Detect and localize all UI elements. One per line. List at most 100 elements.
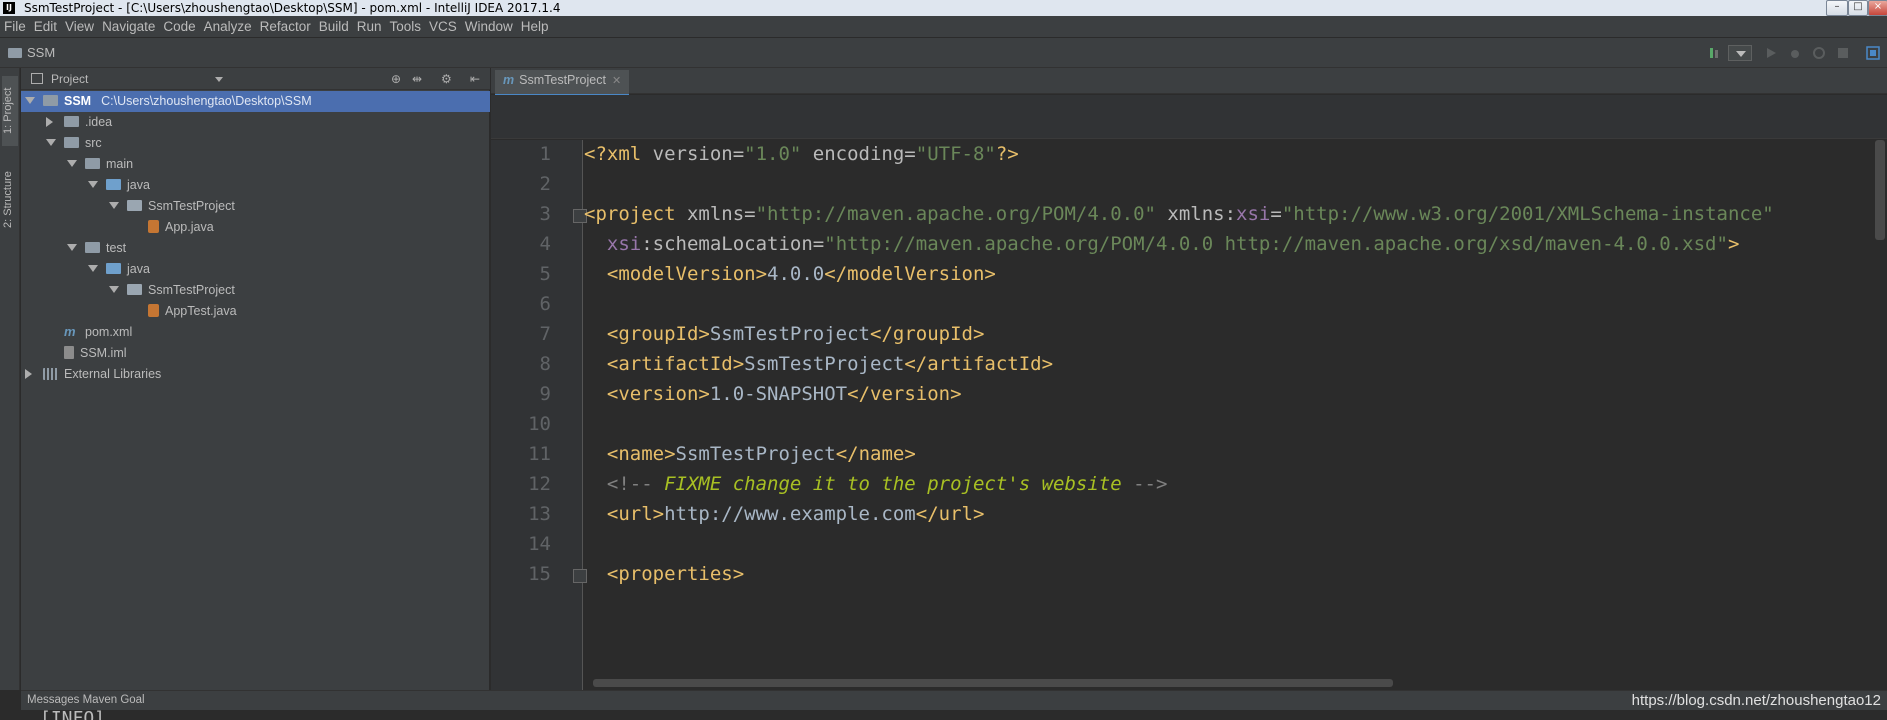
menu-refactor[interactable]: Refactor (256, 16, 315, 38)
tree-item-apptest-java[interactable]: AppTest.java (21, 301, 490, 322)
project-view-icon (31, 73, 43, 84)
project-tool-tab[interactable]: 1: Project (2, 76, 18, 146)
code-token: "1.0" (744, 143, 802, 165)
code-line: <name>SsmTestProject</name> (584, 443, 916, 465)
menu-build[interactable]: Build (315, 16, 353, 38)
code-line: <url>http://www.example.com</url> (584, 503, 985, 525)
tree-item-app-java[interactable]: App.java (21, 217, 490, 238)
menu-edit[interactable]: Edit (30, 16, 61, 38)
tab-pom-xml[interactable]: m SsmTestProject ✕ (495, 70, 630, 97)
tree-item-main[interactable]: main (21, 154, 490, 175)
tree-item-test[interactable]: test (21, 238, 490, 259)
run-icon[interactable] (1764, 46, 1778, 60)
structure-tool-tab[interactable]: 2: Structure (2, 160, 18, 240)
menu-analyze[interactable]: Analyze (200, 16, 256, 38)
code-token: = (1270, 203, 1282, 225)
menu-help[interactable]: Help (517, 16, 553, 38)
project-view-selector[interactable]: Project (51, 72, 88, 86)
line-number: 3 (539, 203, 551, 225)
menu-code[interactable]: Code (159, 16, 199, 38)
menu-file[interactable]: File (0, 16, 30, 38)
line-number: 7 (539, 323, 551, 345)
tree-item-ssm-iml[interactable]: SSM.iml (21, 343, 490, 364)
expand-arrow-icon[interactable] (25, 97, 35, 105)
vertical-scrollbar[interactable] (1875, 140, 1885, 240)
build-icon[interactable] (1708, 46, 1722, 60)
line-number: 2 (539, 173, 551, 195)
collapse-arrow-icon[interactable] (25, 368, 32, 379)
code-token: SsmTestProject (709, 323, 870, 345)
messages-maven-goal-tab[interactable]: Messages Maven Goal (27, 694, 145, 706)
tree-item-external-libraries[interactable]: External Libraries (21, 364, 490, 385)
tree-item--idea[interactable]: .idea (21, 112, 490, 133)
line-number: 14 (528, 533, 551, 555)
menu-window[interactable]: Window (461, 16, 517, 38)
maximize-button[interactable]: □ (1848, 0, 1868, 16)
line-number: 8 (539, 353, 551, 375)
close-icon[interactable]: ✕ (612, 75, 621, 87)
tree-item-src[interactable]: src (21, 133, 490, 154)
console-line: [INFO] (40, 710, 105, 720)
expand-arrow-icon[interactable] (109, 286, 119, 294)
folder-icon (8, 48, 22, 58)
minimize-button[interactable]: – (1826, 0, 1848, 16)
close-window-button[interactable]: × (1868, 0, 1887, 16)
debug-icon[interactable] (1788, 46, 1802, 60)
chevron-down-icon[interactable] (215, 77, 223, 82)
coverage-icon[interactable] (1812, 46, 1826, 60)
code-token: xsi (606, 233, 642, 255)
expand-arrow-icon[interactable] (67, 244, 77, 252)
menu-navigate[interactable]: Navigate (98, 16, 159, 38)
project-structure-icon[interactable] (1866, 46, 1880, 60)
collapse-all-icon[interactable]: ⇹ (412, 72, 422, 86)
menu-vcs[interactable]: VCS (425, 16, 461, 38)
tree-item-pom-xml[interactable]: m pom.xml (21, 322, 490, 343)
horizontal-scrollbar[interactable] (593, 679, 1393, 687)
line-number: 15 (528, 563, 551, 585)
hide-panel-icon[interactable]: ⇤ (470, 72, 480, 86)
run-configuration-dropdown[interactable] (1728, 45, 1752, 61)
expand-arrow-icon[interactable] (46, 139, 56, 147)
menu-tools[interactable]: Tools (386, 16, 426, 38)
locate-file-icon[interactable]: ⊕ (391, 72, 401, 86)
expand-arrow-icon[interactable] (88, 265, 98, 273)
tree-item-java[interactable]: java (21, 175, 490, 196)
menu-view[interactable]: View (61, 16, 98, 38)
code-line: xsi:schemaLocation="http://maven.apache.… (584, 233, 1740, 255)
code-token: encoding= (801, 143, 916, 165)
gear-icon[interactable]: ⚙ (441, 72, 452, 86)
tree-item-ssmtestproject[interactable]: SsmTestProject (21, 196, 490, 217)
code-token: "http://maven.apache.org/POM/4.0.0" (755, 203, 1156, 225)
code-token: SsmTestProject (675, 443, 836, 465)
tree-item-ssm[interactable]: SSM C:\Users\zhoushengtao\Desktop\SSM (21, 91, 490, 112)
breadcrumb[interactable]: SSM (8, 45, 55, 60)
code-token: <version> (606, 383, 710, 405)
expand-arrow-icon[interactable] (88, 181, 98, 189)
menu-bar: File Edit View Navigate Code Analyze Refactor B… (0, 16, 1887, 38)
code-token: <!-- (606, 473, 665, 495)
code-text-area[interactable]: <?xml version="1.0" encoding="UTF-8"?> <p… (584, 140, 1887, 690)
pkg-icon (127, 284, 142, 296)
tree-item-label: SsmTestProject (148, 199, 235, 213)
expand-arrow-icon[interactable] (109, 202, 119, 210)
java-icon (148, 220, 159, 234)
console-output: [INFO] (0, 710, 1887, 720)
tree-item-label: pom.xml (85, 325, 133, 339)
expand-arrow-icon[interactable] (67, 160, 77, 168)
title-bar: IJ SsmTestProject - [C:\Users\zhoushengt… (0, 0, 1887, 16)
collapse-arrow-icon[interactable] (46, 116, 53, 127)
stop-icon[interactable] (1836, 46, 1850, 60)
menu-run[interactable]: Run (353, 16, 386, 38)
tree-item-ssmtestproject[interactable]: SsmTestProject (21, 280, 490, 301)
line-number: 1 (539, 143, 551, 165)
folder-icon (85, 242, 100, 254)
code-line: <?xml version="1.0" encoding="UTF-8"?> (584, 143, 1019, 165)
code-token: --> (1121, 473, 1168, 495)
code-token: SsmTestProject (744, 353, 905, 375)
tree-item-java[interactable]: java (21, 259, 490, 280)
code-token: version= (652, 143, 745, 165)
project-tree: SSM C:\Users\zhoushengtao\Desktop\SSM .ide… (21, 91, 490, 591)
